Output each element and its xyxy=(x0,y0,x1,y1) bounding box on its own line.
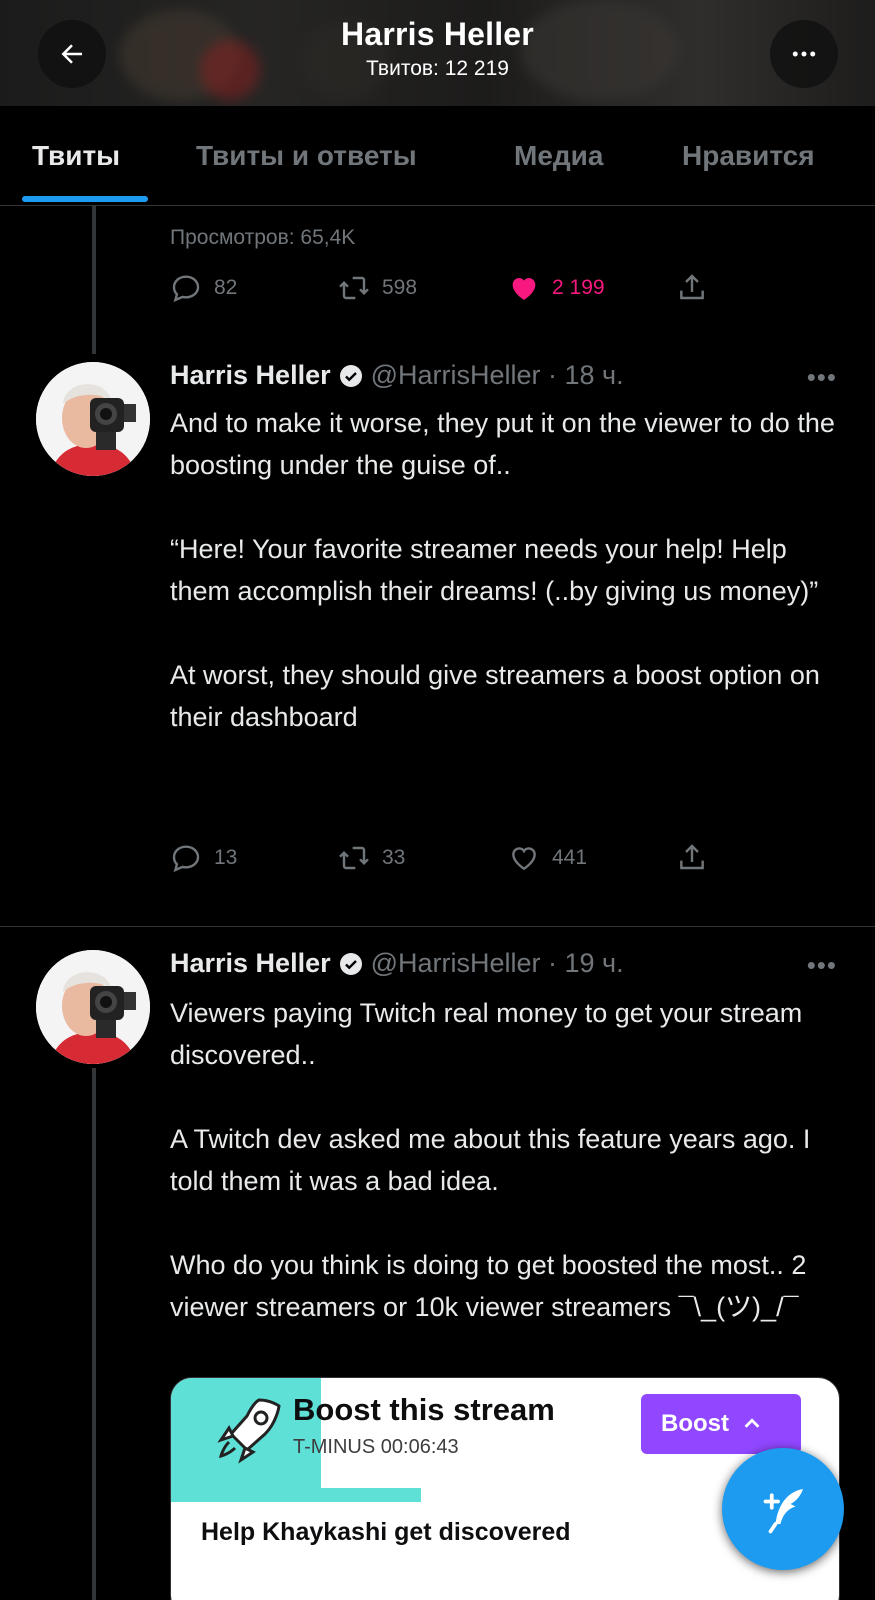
tweet-paragraph: And to make it worse, they put it on the… xyxy=(170,408,843,480)
verified-badge-icon xyxy=(339,952,362,975)
reply-icon xyxy=(172,275,200,303)
tweet-paragraph: Viewers paying Twitch real money to get … xyxy=(170,998,810,1070)
author-handle-time[interactable]: @HarrisHeller · 18 ч. xyxy=(371,360,624,391)
share-button[interactable] xyxy=(676,272,708,304)
avatar-image xyxy=(36,950,150,1064)
profile-header: Harris Heller Твитов: 12 219 xyxy=(0,0,875,106)
share-button[interactable] xyxy=(676,842,708,874)
compose-feather-icon xyxy=(763,1489,803,1534)
reply-count: 13 xyxy=(214,846,238,869)
tab-media[interactable]: Медиа xyxy=(514,140,603,172)
reply-button[interactable]: 82 xyxy=(170,272,237,304)
like-count: 441 xyxy=(552,846,588,869)
verified-badge-icon xyxy=(339,364,362,387)
card-help-text: Help Khaykashi get discovered xyxy=(201,1518,571,1546)
tweet-divider xyxy=(0,926,875,927)
share-icon xyxy=(680,274,704,300)
page-title: Harris Heller xyxy=(341,16,534,52)
avatar[interactable] xyxy=(36,362,150,476)
view-count[interactable]: Просмотров: 65,4K xyxy=(170,226,355,250)
share-icon xyxy=(680,844,704,870)
tweet-paragraph: At worst, they should give streamers a b… xyxy=(170,660,828,732)
retweet-icon xyxy=(339,276,369,300)
heart-icon xyxy=(512,847,536,871)
like-count: 2 199 xyxy=(552,276,605,299)
like-button[interactable]: 2 199 xyxy=(508,272,605,304)
tweet-header: Harris Heller @HarrisHeller · 19 ч. xyxy=(170,948,624,979)
tab-likes[interactable]: Нравится xyxy=(682,140,815,172)
card-title: Boost this stream xyxy=(293,1392,555,1427)
more-horizontal-icon xyxy=(792,51,816,57)
tweet-paragraph: Who do you think is doing to get boosted… xyxy=(170,1250,814,1322)
tab-tweets[interactable]: Твиты xyxy=(32,140,120,172)
thread-line xyxy=(92,1068,96,1600)
profile-tabs: Твиты Твиты и ответы Медиа Нравится xyxy=(0,106,875,206)
tweet-paragraph: “Here! Your favorite streamer needs your… xyxy=(170,534,819,606)
retweet-button[interactable]: 33 xyxy=(338,842,405,874)
boost-button: Boost xyxy=(641,1394,801,1454)
more-options-button[interactable] xyxy=(770,20,838,88)
reply-icon xyxy=(172,845,200,873)
like-button[interactable]: 441 xyxy=(508,842,587,874)
avatar[interactable] xyxy=(36,950,150,1064)
tweet-more-button[interactable]: ••• xyxy=(807,362,837,393)
chevron-up-icon xyxy=(744,1418,760,1428)
retweet-count: 598 xyxy=(382,276,418,299)
tweet-paragraph: A Twitch dev asked me about this feature… xyxy=(170,1124,818,1196)
author-handle-time[interactable]: @HarrisHeller · 19 ч. xyxy=(371,948,624,979)
tab-tweets-and-replies[interactable]: Твиты и ответы xyxy=(196,140,417,172)
rocket-icon xyxy=(217,1398,281,1464)
retweet-count: 33 xyxy=(382,846,406,869)
avatar-image xyxy=(36,362,150,476)
card-timer: T-MINUS 00:06:43 xyxy=(293,1436,459,1458)
author-name[interactable]: Harris Heller xyxy=(170,360,331,391)
retweet-icon xyxy=(339,846,369,870)
thread-line xyxy=(92,206,96,354)
tweet-text: And to make it worse, they put it on the… xyxy=(170,402,840,738)
reply-button[interactable]: 13 xyxy=(170,842,237,874)
heart-filled-icon xyxy=(512,278,536,300)
boost-button-label: Boost xyxy=(661,1410,729,1437)
retweet-button[interactable]: 598 xyxy=(338,272,417,304)
author-name[interactable]: Harris Heller xyxy=(170,948,331,979)
tweet-count: Твитов: 12 219 xyxy=(366,57,509,80)
tweet-header: Harris Heller @HarrisHeller · 18 ч. xyxy=(170,360,624,391)
reply-count: 82 xyxy=(214,276,238,299)
tweet-text: Viewers paying Twitch real money to get … xyxy=(170,992,840,1328)
card-decoration xyxy=(171,1488,421,1502)
tweet-more-button[interactable]: ••• xyxy=(807,950,837,981)
compose-tweet-button[interactable] xyxy=(722,1448,844,1570)
active-tab-indicator xyxy=(22,196,148,202)
tweet-actions: 13 33 441 xyxy=(170,842,730,882)
tweet-actions: 82 598 2 199 xyxy=(170,272,730,312)
